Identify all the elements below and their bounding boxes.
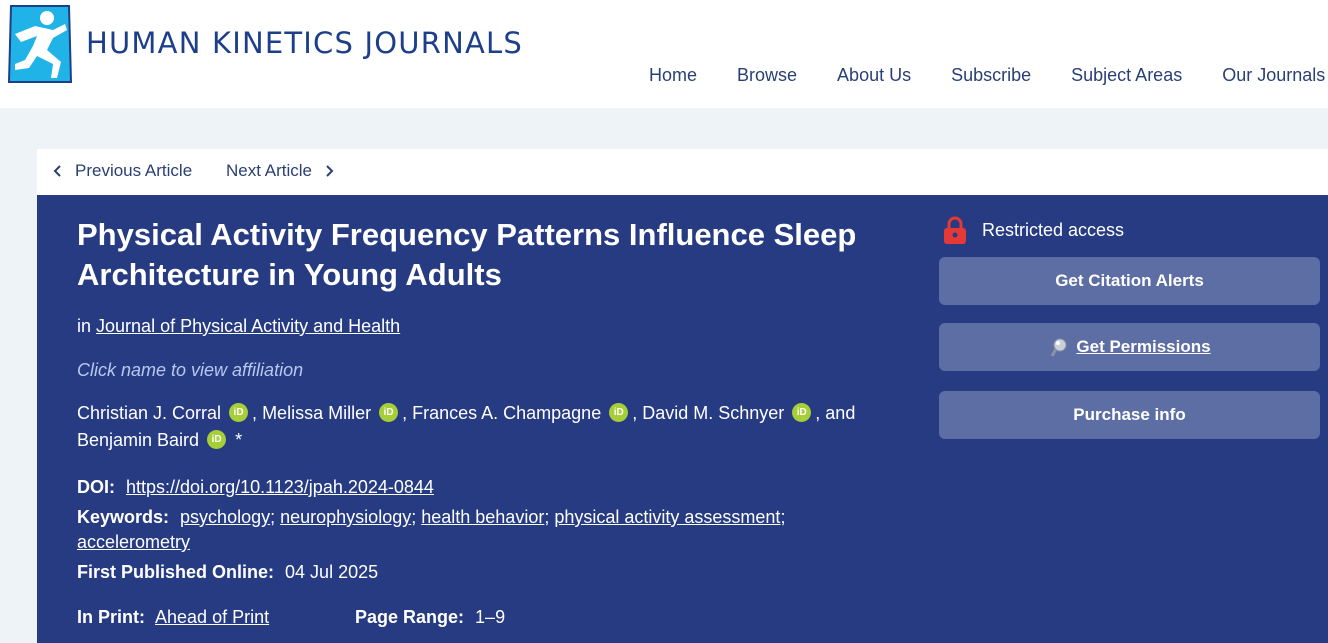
get-citation-alerts-button[interactable]: Get Citation Alerts — [939, 257, 1320, 305]
nav-about-us[interactable]: About Us — [837, 62, 911, 88]
previous-article-link[interactable]: Previous Article — [53, 160, 192, 182]
main-nav: Home Browse About Us Subscribe Subject A… — [649, 62, 1328, 88]
keyword-link[interactable]: physical activity assessment — [554, 507, 780, 527]
author-name[interactable]: Benjamin Baird — [77, 430, 199, 450]
doi-row: DOI: https://doi.org/10.1123/jpah.2024-0… — [77, 475, 434, 500]
orcid-icon[interactable]: iD — [379, 403, 399, 422]
article-card: Previous Article Next Article Physical A… — [37, 149, 1328, 643]
orcid-icon[interactable]: iD — [229, 403, 249, 422]
chevron-right-icon — [326, 165, 334, 177]
published-date: 04 Jul 2025 — [285, 562, 379, 582]
get-permissions-button[interactable]: Get Permissions — [939, 323, 1320, 371]
orcid-icon[interactable]: iD — [792, 403, 812, 422]
author-name[interactable]: Frances A. Champagne — [412, 403, 601, 423]
lock-icon — [944, 216, 966, 244]
page-range-label: Page Range: — [355, 607, 465, 627]
page-range-row: Page Range: 1–9 — [355, 605, 505, 630]
next-article-label: Next Article — [226, 161, 312, 180]
author-name[interactable]: David M. Schnyer — [642, 403, 784, 423]
citation-alerts-label: Get Citation Alerts — [1055, 271, 1204, 290]
purchase-info-label: Purchase info — [1073, 405, 1186, 424]
author-name[interactable]: Melissa Miller — [262, 403, 371, 423]
permissions-label: Get Permissions — [1076, 337, 1211, 356]
restricted-access: Restricted access — [942, 215, 1124, 245]
orcid-icon[interactable]: iD — [609, 403, 629, 422]
in-print-label: In Print: — [77, 607, 145, 627]
chevron-left-icon — [53, 165, 61, 177]
author-name[interactable]: Christian J. Corral — [77, 403, 221, 423]
affiliation-hint: Click name to view affiliation — [77, 360, 304, 380]
authors-and: and — [825, 403, 856, 423]
doi-link[interactable]: https://doi.org/10.1123/jpah.2024-0844 — [126, 477, 434, 497]
restricted-access-label: Restricted access — [982, 219, 1125, 240]
in-label: in — [77, 316, 92, 336]
journal-link[interactable]: Journal of Physical Activity and Health — [96, 316, 400, 336]
article-subnav: Previous Article Next Article — [37, 149, 1328, 195]
nav-subscribe[interactable]: Subscribe — [951, 62, 1031, 88]
site-logo-text[interactable]: HUMAN KINETICS JOURNALS — [86, 26, 523, 60]
article-title: Physical Activity Frequency Patterns Inf… — [77, 217, 857, 292]
purchase-info-button[interactable]: Purchase info — [939, 391, 1320, 439]
orcid-icon[interactable]: iD — [207, 430, 227, 449]
nav-home[interactable]: Home — [649, 62, 697, 88]
keywords-label: Keywords: — [77, 507, 170, 527]
journal-line: in Journal of Physical Activity and Heal… — [77, 316, 400, 337]
keyword-link[interactable]: psychology — [180, 507, 270, 527]
published-label: First Published Online: — [77, 562, 275, 582]
published-row: First Published Online: 04 Jul 2025 — [77, 560, 378, 585]
previous-article-label: Previous Article — [75, 161, 193, 180]
doi-label: DOI: — [77, 477, 115, 497]
nav-subject-areas[interactable]: Subject Areas — [1071, 62, 1182, 88]
nav-our-journals[interactable]: Our Journals — [1222, 62, 1325, 88]
runner-logo-icon[interactable] — [7, 4, 73, 84]
page-range-value: 1–9 — [475, 607, 506, 627]
permissions-icon — [1051, 338, 1067, 357]
ahead-of-print-link[interactable]: Ahead of Print — [155, 607, 269, 627]
keywords-row: Keywords: psychology; neurophysiology; h… — [77, 507, 786, 552]
nav-browse[interactable]: Browse — [737, 62, 797, 88]
keyword-link[interactable]: neurophysiology — [280, 507, 411, 527]
keyword-link[interactable]: health behavior — [421, 507, 544, 527]
author-list: Christian J. Corral iD, Melissa Miller iD,… — [77, 403, 856, 450]
site-header: HUMAN KINETICS JOURNALS Home Browse Abou… — [0, 0, 1328, 108]
in-print-row: In Print: Ahead of Print — [77, 605, 269, 630]
next-article-link[interactable]: Next Article — [226, 160, 334, 182]
keyword-link[interactable]: accelerometry — [77, 532, 190, 552]
corresponding-author-mark: * — [235, 430, 243, 450]
article-header-panel: Physical Activity Frequency Patterns Inf… — [37, 195, 1328, 643]
